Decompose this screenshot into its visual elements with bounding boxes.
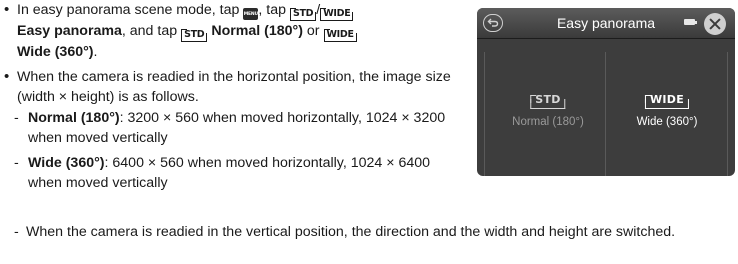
sub-item-normal: Normal (180°): 3200 × 560 when moved hor… <box>2 108 462 149</box>
option-wide[interactable]: WIDE Wide (360°) <box>611 38 723 176</box>
instruction-text: , tap <box>258 2 286 18</box>
normal-option-name: Normal (180°) <box>211 23 303 39</box>
divider <box>484 52 485 176</box>
screen-header: Easy panorama <box>477 8 735 39</box>
bullet-image-size: When the camera is readied in the horizo… <box>2 67 462 108</box>
close-button[interactable] <box>704 13 726 35</box>
option-normal-label: Normal (180°) <box>512 116 584 128</box>
panorama-std-icon: STD <box>289 8 317 21</box>
mode-name: Easy panorama <box>17 23 122 39</box>
panorama-wide-icon: WIDE <box>320 8 354 21</box>
panorama-std-icon: STD <box>530 94 567 109</box>
bullet-select-mode: In easy panorama scene mode, tap MENU, t… <box>2 0 462 63</box>
sub-item-wide: Wide (360°): 6400 × 560 when moved horiz… <box>2 153 462 194</box>
divider <box>605 52 606 176</box>
instruction-text: In easy panorama scene mode, tap <box>17 2 240 18</box>
screen-title: Easy panorama <box>556 15 656 31</box>
panorama-std-icon: STD <box>181 29 208 42</box>
back-button[interactable] <box>483 14 503 32</box>
instructions: In easy panorama scene mode, tap MENU, t… <box>2 0 462 194</box>
wide-option-name: Wide (360°) <box>17 44 94 60</box>
option-wide-label: Wide (360°) <box>636 116 698 128</box>
note-vertical: When the camera is readied in the vertic… <box>14 222 734 243</box>
panorama-wide-icon: WIDE <box>644 94 690 109</box>
divider <box>727 52 728 176</box>
camera-screen: Easy panorama STD Normal (180°) WIDE Wid… <box>477 8 735 176</box>
menu-icon: MENU <box>243 8 259 20</box>
panorama-wide-icon: WIDE <box>323 29 357 42</box>
battery-icon <box>684 19 697 25</box>
back-arrow-icon <box>487 18 499 27</box>
option-normal[interactable]: STD Normal (180°) <box>492 38 604 176</box>
